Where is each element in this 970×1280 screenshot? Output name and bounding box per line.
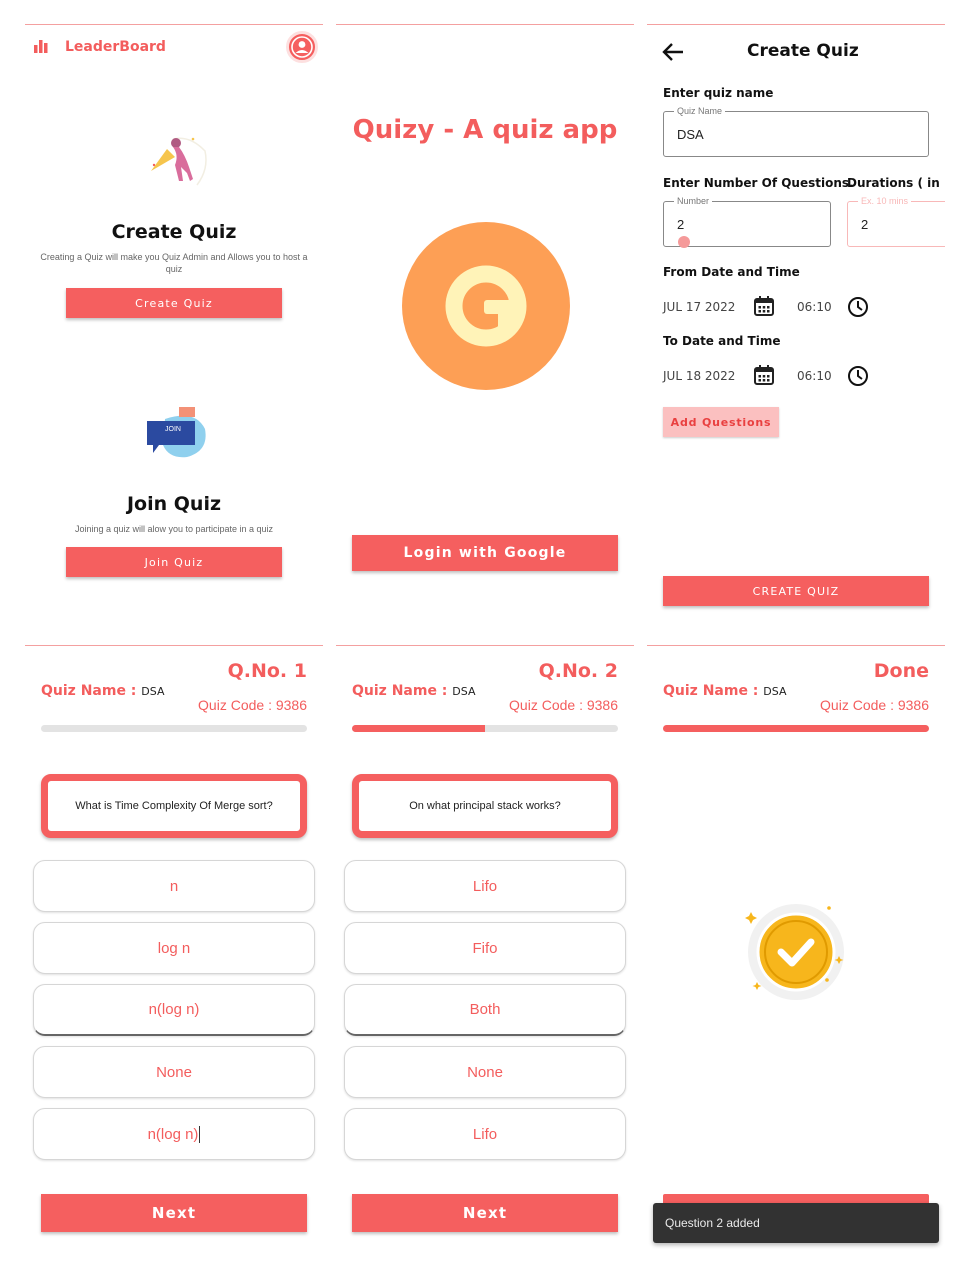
create-quiz-screen: Create Quiz Enter quiz name Quiz Name DS… (647, 24, 945, 622)
duration-label: Durations ( in mi (847, 176, 945, 190)
create-quiz-illustration (151, 137, 207, 186)
option-button[interactable]: None (33, 1046, 315, 1098)
progress-bar (41, 725, 307, 732)
quiz-name-label: Quiz Name : DSA (41, 683, 164, 699)
quiz-name-value: DSA (452, 685, 476, 698)
option-button[interactable]: Lifo (344, 1108, 626, 1160)
join-quiz-description: Joining a quiz will alow you to particip… (74, 524, 274, 534)
question-text: What is Time Complexity Of Merge sort? (41, 774, 307, 838)
quiz-name-caption: Quiz Name : (352, 683, 453, 699)
question-number: Q.No. 2 (538, 660, 618, 682)
text-cursor (199, 1125, 201, 1143)
join-quiz-illustration (147, 407, 206, 458)
quiz-name-label: Enter quiz name (663, 86, 774, 100)
option-button[interactable]: log n (33, 922, 315, 974)
profile-avatar-icon[interactable] (286, 31, 318, 63)
from-date-value: JUL 17 2022 (663, 300, 736, 314)
duration-value: 2 (861, 217, 869, 232)
snackbar-toast: Question 2 added (653, 1203, 939, 1243)
app-logo-icon (402, 222, 570, 390)
create-quiz-button[interactable]: Create Quiz (66, 288, 282, 318)
to-date-value: JUL 18 2022 (663, 369, 736, 383)
to-time-value: 06:10 (797, 369, 832, 383)
leaderboard-icon[interactable] (33, 39, 49, 53)
quiz-name-field[interactable]: Quiz Name DSA (663, 106, 929, 157)
create-quiz-title: Create Quiz (111, 221, 237, 243)
number-value: 2 (677, 217, 685, 232)
option-text: n(log n) (147, 1125, 199, 1143)
create-quiz-submit-button[interactable]: CREATE QUIZ (663, 576, 929, 606)
duration-legend: Ex. 10 mins (858, 196, 912, 206)
progress-fill (352, 725, 485, 732)
done-title: Done (873, 660, 929, 682)
option-button[interactable]: n(log n) (33, 1108, 315, 1160)
leaderboard-link[interactable]: LeaderBoard (65, 39, 166, 55)
quiz-name-caption: Quiz Name : (41, 683, 142, 699)
calendar-icon[interactable] (753, 364, 775, 386)
login-screen: Quizy - A quiz app Login with Google (336, 24, 634, 622)
question-text: On what principal stack works? (352, 774, 618, 838)
app-title: Quizy - A quiz app (352, 115, 618, 145)
quiz-code: Quiz Code : 9386 (198, 697, 307, 713)
from-time-value: 06:10 (797, 300, 832, 314)
option-button[interactable]: Both (344, 984, 626, 1036)
home-screen: LeaderBoard Create Quiz Creating a Quiz … (25, 24, 323, 622)
from-date-label: From Date and Time (663, 265, 800, 279)
option-button[interactable]: Lifo (344, 860, 626, 912)
quiz-code: Quiz Code : 9386 (509, 697, 618, 713)
progress-fill (663, 725, 929, 732)
join-quiz-title: Join Quiz (126, 493, 222, 515)
question-number: Q.No. 1 (227, 660, 307, 682)
quiz-name-value: DSA (141, 685, 165, 698)
quiz-question-screen: Q.No. 2 Quiz Name : DSA Quiz Code : 9386… (336, 645, 634, 1265)
text-cursor-handle[interactable] (678, 236, 690, 248)
next-button[interactable]: Next (41, 1194, 307, 1232)
next-button[interactable]: Next (352, 1194, 618, 1232)
clock-icon[interactable] (847, 296, 869, 318)
login-with-google-button[interactable]: Login with Google (352, 535, 618, 571)
progress-bar (663, 725, 929, 732)
add-questions-button[interactable]: Add Questions (663, 407, 779, 437)
option-button[interactable]: n(log n) (33, 984, 315, 1036)
join-badge: JOIN (165, 426, 181, 433)
calendar-icon[interactable] (753, 295, 775, 317)
success-check-icon (745, 904, 844, 1000)
quiz-name-value: DSA (763, 685, 787, 698)
number-legend: Number (674, 196, 713, 206)
join-quiz-button[interactable]: Join Quiz (66, 547, 282, 577)
quiz-name-legend: Quiz Name (674, 106, 726, 116)
duration-field[interactable]: Ex. 10 mins 2 (847, 196, 945, 247)
option-button[interactable]: n (33, 860, 315, 912)
quiz-name-label: Quiz Name : DSA (352, 683, 475, 699)
page-title: Create Quiz (747, 41, 859, 61)
quiz-name-caption: Quiz Name : (663, 683, 764, 699)
quiz-name-label: Quiz Name : DSA (663, 683, 786, 699)
number-of-questions-field[interactable]: Number 2 (663, 196, 831, 248)
number-of-questions-label: Enter Number Of Questions. (663, 176, 854, 190)
to-date-label: To Date and Time (663, 334, 781, 348)
option-button[interactable]: Fifo (344, 922, 626, 974)
quiz-code: Quiz Code : 9386 (820, 697, 929, 713)
quiz-question-screen: Q.No. 1 Quiz Name : DSA Quiz Code : 9386… (25, 645, 323, 1265)
create-quiz-description: Creating a Quiz will make you Quiz Admin… (40, 252, 308, 274)
quiz-name-value: DSA (677, 127, 704, 142)
progress-bar (352, 725, 618, 732)
clock-icon[interactable] (847, 365, 869, 387)
option-button[interactable]: None (344, 1046, 626, 1098)
back-arrow-icon[interactable] (661, 41, 685, 63)
quiz-done-screen: Done Quiz Name : DSA Quiz Code : 9386 Qu… (647, 645, 945, 1265)
